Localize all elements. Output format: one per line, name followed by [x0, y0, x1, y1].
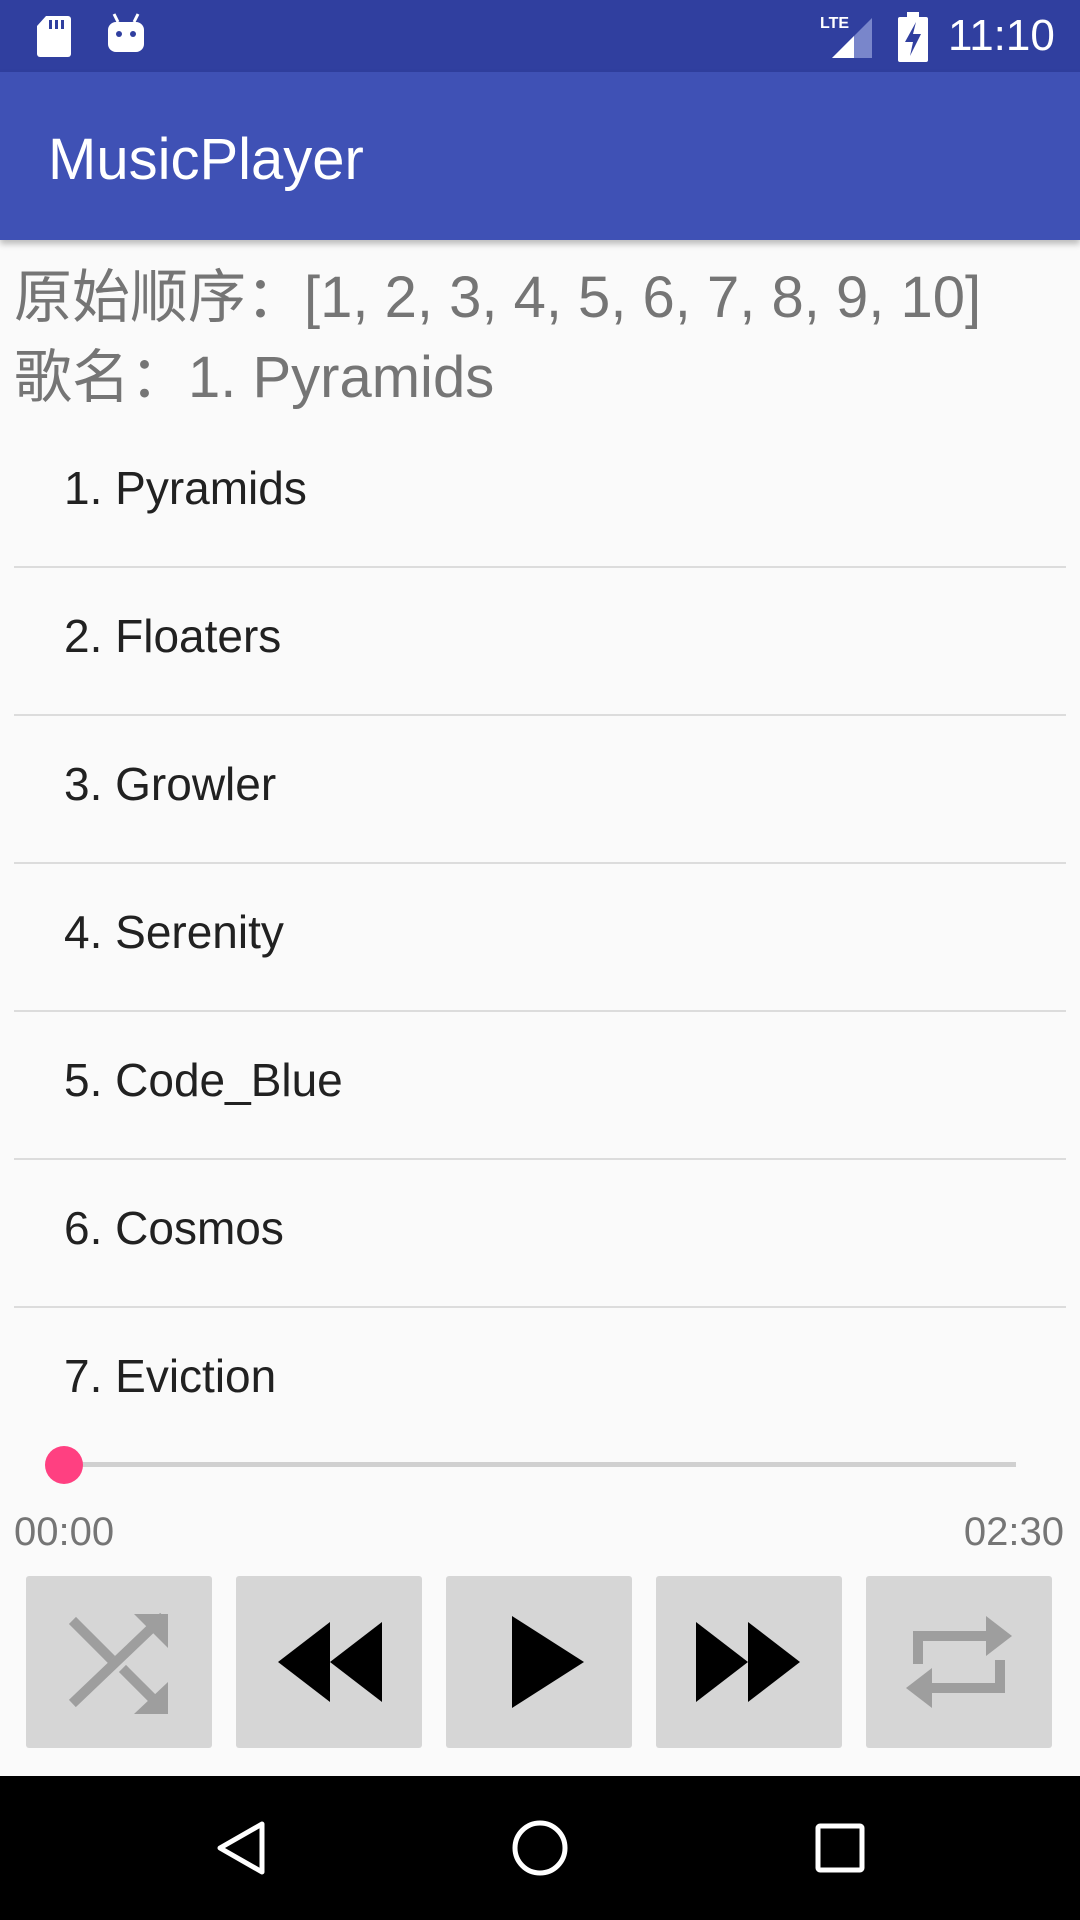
fast-forward-icon — [696, 1622, 800, 1702]
song-list: 1. Pyramids 2. Floaters 3. Growler 4. Se… — [14, 420, 1066, 1454]
repeat-icon — [906, 1616, 1012, 1708]
status-clock: 11:10 — [948, 11, 1055, 60]
play-button[interactable] — [446, 1576, 632, 1748]
seekbar-thumb[interactable] — [45, 1446, 83, 1484]
fast-forward-button[interactable] — [656, 1576, 842, 1748]
app-bar: MusicPlayer — [0, 72, 1080, 240]
song-title: 4. Serenity — [64, 906, 284, 958]
navigation-bar — [0, 1776, 1080, 1920]
rewind-icon — [278, 1622, 382, 1702]
original-order-text: 原始顺序：[1, 2, 3, 4, 5, 6, 7, 8, 9, 10] — [14, 265, 982, 330]
battery-charging-icon — [898, 12, 928, 62]
status-bar: LTE 11:10 — [0, 0, 1080, 72]
song-list-item[interactable]: 2. Floaters — [14, 568, 1066, 716]
song-list-item[interactable]: 3. Growler — [14, 716, 1066, 864]
home-icon[interactable] — [510, 1818, 570, 1878]
rewind-button[interactable] — [236, 1576, 422, 1748]
android-icon — [108, 13, 144, 52]
lte-signal-icon: LTE — [820, 15, 872, 58]
song-title: 1. Pyramids — [64, 462, 307, 514]
song-title: 6. Cosmos — [64, 1202, 284, 1254]
song-title: 5. Code_Blue — [64, 1054, 343, 1106]
shuffle-icon — [68, 1612, 168, 1714]
song-title: 7. Eviction — [64, 1350, 277, 1402]
back-icon[interactable] — [212, 1818, 272, 1878]
current-song-text: 歌名：1. Pyramids — [14, 345, 495, 410]
svg-text:LTE: LTE — [820, 15, 849, 32]
song-title: 3. Growler — [64, 758, 277, 810]
recents-icon[interactable] — [810, 1818, 870, 1878]
player-controls — [26, 1576, 1054, 1750]
app-title: MusicPlayer — [48, 127, 364, 192]
sd-card-icon — [37, 16, 71, 57]
song-list-item[interactable]: 4. Serenity — [14, 864, 1066, 1012]
seekbar-track — [64, 1462, 1016, 1467]
repeat-button[interactable] — [866, 1576, 1052, 1748]
song-list-item[interactable]: 6. Cosmos — [14, 1160, 1066, 1308]
current-time: 00:00 — [14, 1510, 115, 1554]
progress-seekbar[interactable] — [44, 1444, 1020, 1484]
play-icon — [512, 1616, 584, 1708]
shuffle-button[interactable] — [26, 1576, 212, 1748]
song-list-item[interactable]: 1. Pyramids — [14, 420, 1066, 568]
song-list-item[interactable]: 5. Code_Blue — [14, 1012, 1066, 1160]
song-title: 2. Floaters — [64, 610, 282, 662]
song-list-item[interactable]: 7. Eviction — [14, 1308, 1066, 1454]
total-time: 02:30 — [963, 1510, 1064, 1554]
